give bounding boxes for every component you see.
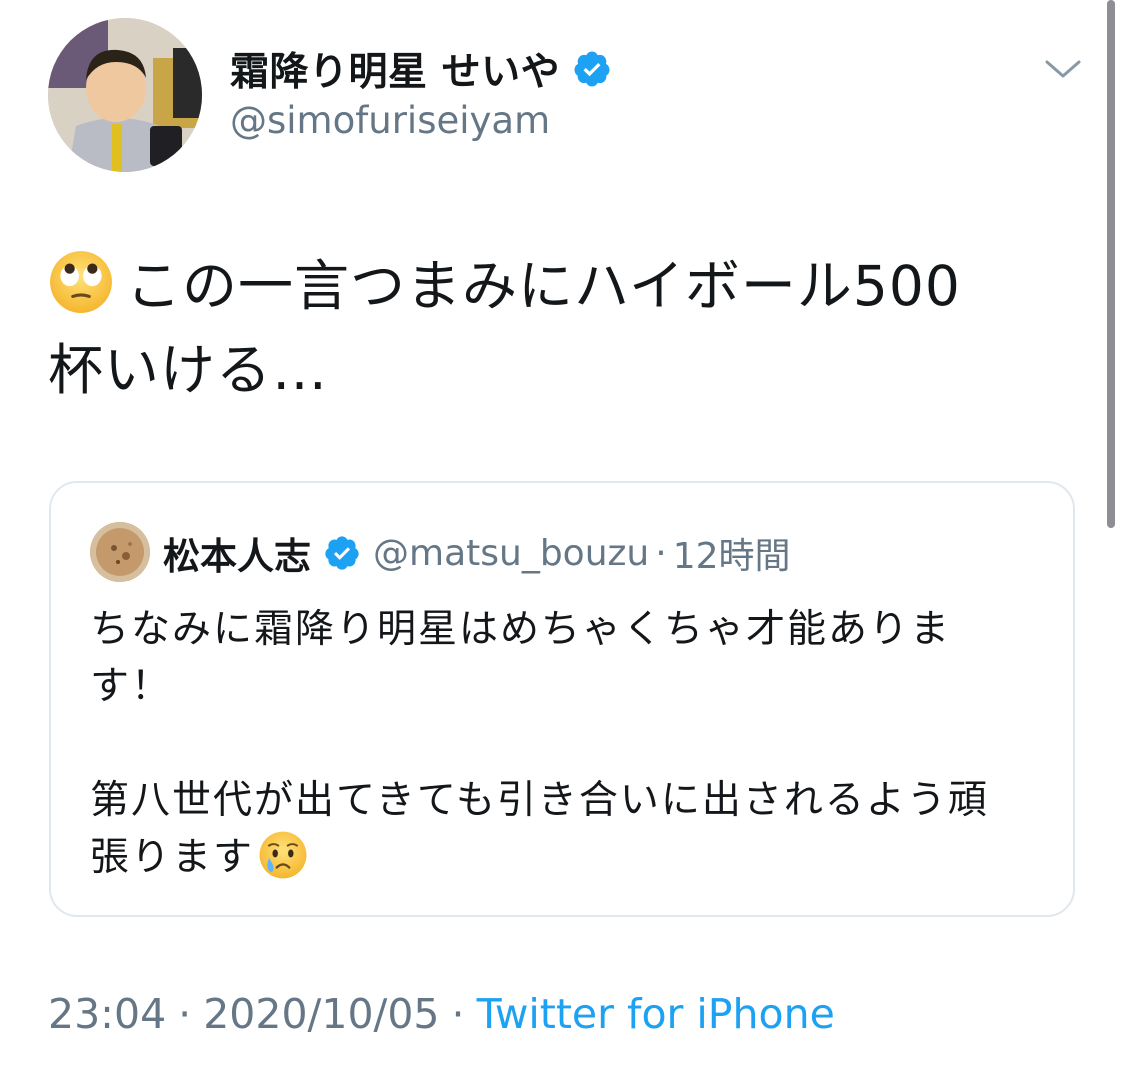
tweet-detail-view: 霜降り明星 せいや @simofuriseiyam この一言つまみにハイボール5… [0, 0, 1125, 1071]
tweet-body-text: この一言つまみにハイボール500 杯いける… [48, 254, 961, 402]
tweet-metadata: 23:04 · 2020/10/05 · Twitter for iPhone [48, 990, 835, 1038]
verified-badge-icon [574, 51, 610, 87]
quoted-body-text: ちなみに霜降り明星はめちゃくちゃ才能ありま す！ 第八世代が出てきても引き合いに… [90, 607, 989, 880]
meta-separator: · [178, 990, 192, 1038]
avatar-image [48, 18, 202, 172]
meta-separator: · [451, 990, 465, 1038]
scrollbar[interactable] [1107, 0, 1115, 528]
quoted-avatar-image [90, 522, 150, 582]
quoted-author-handle[interactable]: @matsu_bouzu [373, 533, 649, 574]
chevron-down-icon[interactable] [1043, 56, 1083, 84]
author-avatar[interactable] [48, 18, 202, 172]
quoted-relative-time[interactable]: 12時間 [673, 527, 791, 579]
tweet-source-link[interactable]: Twitter for iPhone [477, 990, 835, 1038]
author-display-name[interactable]: 霜降り明星 せいや [230, 41, 560, 97]
tweet-date[interactable]: 2020/10/05 [203, 990, 439, 1038]
quoted-author-name[interactable]: 松本人志 [163, 526, 311, 580]
quoted-tweet-text: ちなみに霜降り明星はめちゃくちゃ才能ありま す！ 第八世代が出てきても引き合いに… [90, 601, 1020, 886]
verified-badge-icon [325, 536, 359, 570]
author-name-row[interactable]: 霜降り明星 せいや [230, 41, 612, 97]
author-handle[interactable]: @simofuriseiyam [230, 99, 550, 142]
crying-face-icon [259, 831, 307, 879]
face-with-rolling-eyes-icon [50, 251, 112, 313]
quoted-header: 松本人志 @matsu_bouzu · 12時間 [163, 527, 791, 579]
quoted-author-avatar[interactable] [90, 522, 150, 582]
tweet-text: この一言つまみにハイボール500 杯いける… [48, 244, 1058, 412]
quoted-separator: · [655, 532, 667, 574]
tweet-time[interactable]: 23:04 [48, 990, 166, 1038]
quoted-tweet-card[interactable]: 松本人志 @matsu_bouzu · 12時間 ちなみに霜降り明星はめちゃくち… [49, 481, 1075, 917]
